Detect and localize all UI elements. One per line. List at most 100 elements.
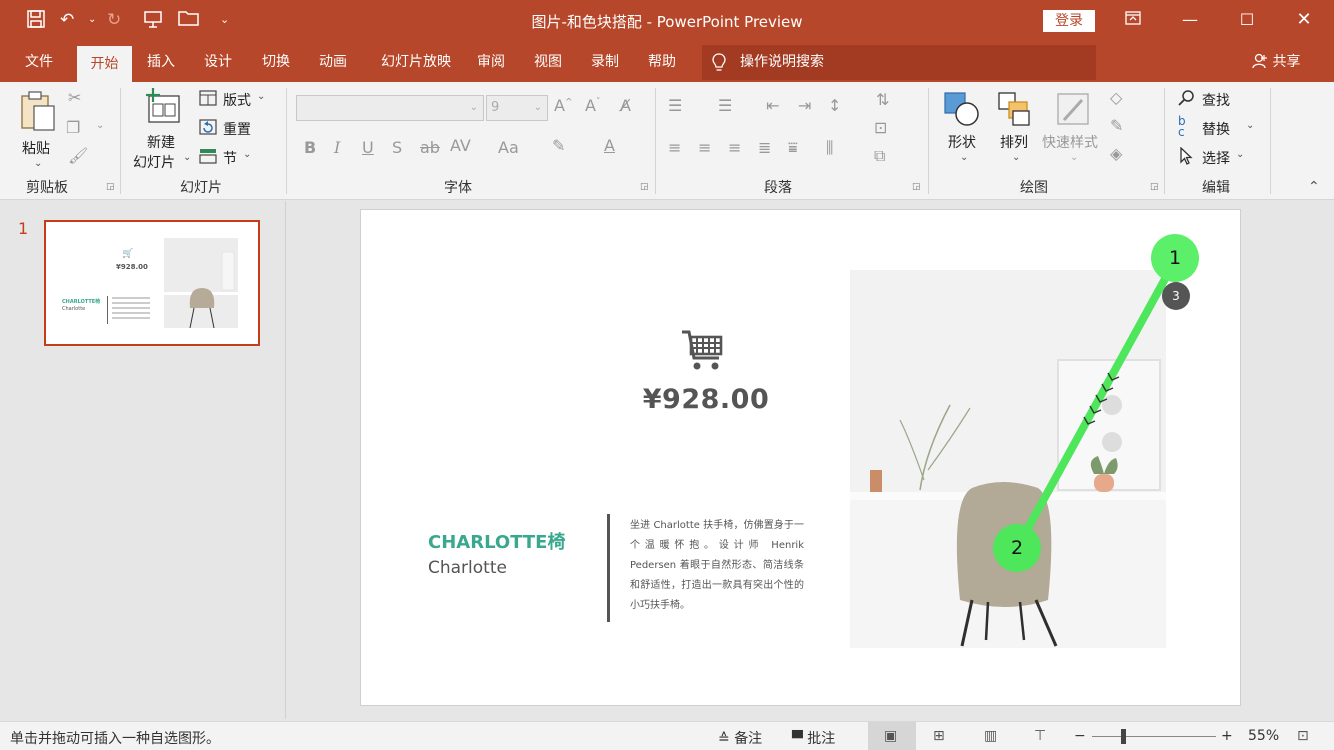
- share-button[interactable]: 共享: [1252, 42, 1300, 82]
- notes-button[interactable]: ≙ 备注: [718, 728, 762, 748]
- tab-insert[interactable]: 插入: [136, 42, 186, 82]
- tab-help[interactable]: 帮助: [636, 42, 688, 82]
- replace-button[interactable]: bc 替换 ⌄: [1178, 115, 1258, 140]
- thumbnail-cart-icon: 🛒: [122, 249, 134, 259]
- drag-start-marker: 1: [1151, 234, 1199, 282]
- cut-icon: ✂: [68, 88, 82, 107]
- group-label-slides: 幻灯片: [180, 180, 222, 196]
- tab-home[interactable]: 开始: [77, 46, 132, 82]
- slideshow-view-icon[interactable]: ⊤: [1034, 728, 1046, 744]
- highlight-icon: ✎: [552, 136, 566, 155]
- font-launcher-icon[interactable]: ◲: [640, 182, 649, 192]
- person-icon: [1252, 53, 1272, 70]
- tell-me-search[interactable]: 操作说明搜索: [702, 45, 1096, 80]
- paragraph-launcher-icon[interactable]: ◲: [912, 182, 921, 192]
- slide-sorter-icon[interactable]: ⊞: [933, 728, 945, 744]
- justify-icon: ≣: [758, 138, 772, 157]
- zoom-in-icon[interactable]: +: [1221, 728, 1233, 744]
- arrange-label: 排列: [1000, 135, 1028, 151]
- drawing-launcher-icon[interactable]: ◲: [1150, 182, 1159, 192]
- font-family-combo: ⌄: [296, 95, 484, 121]
- section-button[interactable]: 节 ⌄: [199, 148, 261, 168]
- new-slide-dropdown-icon: ⌄: [183, 152, 192, 163]
- thumbnail-subtitle: Charlotte: [62, 306, 86, 312]
- drag-path-line: [1013, 255, 1180, 552]
- replace-dropdown-icon: ⌄: [1246, 120, 1255, 131]
- zoom-out-icon[interactable]: −: [1074, 728, 1086, 744]
- quick-styles-icon: [1057, 93, 1089, 125]
- font-size-combo: 9 ⌄: [486, 95, 548, 121]
- zoom-slider-thumb[interactable]: [1121, 729, 1126, 744]
- tab-review[interactable]: 审阅: [468, 42, 514, 82]
- slide-thumbnail-pane: 1 🛒 ¥928.00 CHARLOTTE椅 Charlotte: [0, 201, 286, 719]
- align-right-icon: ≡: [728, 138, 742, 157]
- close-icon[interactable]: ✕: [1289, 8, 1319, 32]
- ribbon-separator: [286, 88, 287, 194]
- numbering-icon: ☰: [718, 96, 733, 115]
- shape-outline-icon: ✎: [1110, 116, 1124, 135]
- zoom-slider-track[interactable]: [1092, 736, 1216, 737]
- comment-icon: ▀: [792, 731, 803, 747]
- paste-button[interactable]: 粘贴 ⌄: [18, 90, 58, 169]
- thumbnail-price: ¥928.00: [116, 263, 148, 271]
- character-spacing-icon: AV: [450, 136, 471, 155]
- bold-icon: B: [304, 138, 317, 157]
- fit-to-window-icon[interactable]: ⊡: [1297, 728, 1309, 744]
- shapes-button[interactable]: 形状 ⌄: [942, 90, 986, 174]
- find-button[interactable]: 查找: [1178, 89, 1258, 111]
- ribbon-separator: [655, 88, 656, 194]
- comments-button[interactable]: ▀ 批注: [792, 728, 835, 748]
- zoom-level[interactable]: 55%: [1248, 728, 1279, 744]
- select-button[interactable]: 选择 ⌄: [1178, 146, 1258, 169]
- paste-label: 粘贴: [22, 141, 50, 157]
- maximize-icon[interactable]: ☐: [1232, 8, 1262, 32]
- cursor-arrow-icon: [1180, 146, 1193, 165]
- magnifier-icon: [1178, 90, 1194, 106]
- tab-record[interactable]: 录制: [580, 42, 630, 82]
- tab-animations[interactable]: 动画: [307, 42, 359, 82]
- ribbon-display-options-icon[interactable]: [1118, 8, 1148, 32]
- line-spacing-icon: ↕: [828, 96, 842, 115]
- collapse-ribbon-icon[interactable]: ⌃: [1308, 179, 1320, 195]
- group-label-clipboard: 剪贴板: [26, 180, 68, 196]
- slide-canvas[interactable]: ¥928.00 CHARLOTTE椅 Charlotte 坐进 Charlott…: [360, 209, 1241, 706]
- group-label-editing: 编辑: [1202, 180, 1230, 196]
- reading-view-icon[interactable]: ▥: [984, 728, 997, 744]
- layout-dropdown-icon: ⌄: [257, 91, 266, 102]
- login-button[interactable]: 登录: [1043, 10, 1095, 32]
- title-bar: ↶ ⌄ ↻ ⌄ 图片-和色块搭配 - PowerPoint Preview 登录…: [0, 0, 1334, 42]
- minimize-icon[interactable]: —: [1175, 8, 1205, 32]
- tab-view[interactable]: 视图: [524, 42, 572, 82]
- slide-thumbnail[interactable]: 🛒 ¥928.00 CHARLOTTE椅 Charlotte: [44, 220, 260, 346]
- thumbnail-chair-photo: [164, 238, 238, 328]
- tab-transitions[interactable]: 切换: [250, 42, 302, 82]
- clear-formatting-icon: A̸: [620, 96, 631, 115]
- tab-slideshow[interactable]: 幻灯片放映: [364, 42, 468, 82]
- paste-dropdown-icon[interactable]: ⌄: [34, 158, 42, 169]
- new-slide-button[interactable]: 新建 幻灯片 ⌄: [133, 88, 191, 172]
- layout-button[interactable]: 版式 ⌄: [199, 90, 271, 110]
- arrange-icon: [998, 92, 1030, 126]
- strikethrough-icon: ab: [420, 138, 440, 157]
- change-case-icon: Aa: [498, 138, 519, 157]
- clipboard-launcher-icon[interactable]: ◲: [106, 182, 115, 192]
- copy-dropdown-icon: ⌄: [96, 120, 105, 131]
- arrange-dropdown-icon: ⌄: [1012, 152, 1021, 163]
- new-slide-icon: [146, 88, 180, 123]
- tab-design[interactable]: 设计: [192, 42, 244, 82]
- shrink-font-icon: Aˇ: [585, 96, 601, 115]
- step-badge: 3: [1162, 282, 1190, 310]
- shapes-dropdown-icon: ⌄: [960, 152, 969, 163]
- reset-button[interactable]: 重置: [199, 119, 261, 139]
- new-slide-label-2: 幻灯片: [133, 155, 175, 171]
- grow-font-icon: A^: [554, 96, 573, 115]
- format-painter-icon: 🖌: [68, 146, 89, 165]
- normal-view-icon: ▣: [884, 728, 898, 744]
- layout-icon: [199, 90, 217, 106]
- arrange-button[interactable]: 排列 ⌄: [996, 90, 1040, 174]
- ribbon-separator: [1270, 88, 1271, 194]
- align-center-icon: ≡: [698, 138, 712, 157]
- notes-icon: ≙: [718, 731, 730, 747]
- tab-file[interactable]: 文件: [12, 42, 66, 82]
- font-color-icon: A: [604, 136, 615, 155]
